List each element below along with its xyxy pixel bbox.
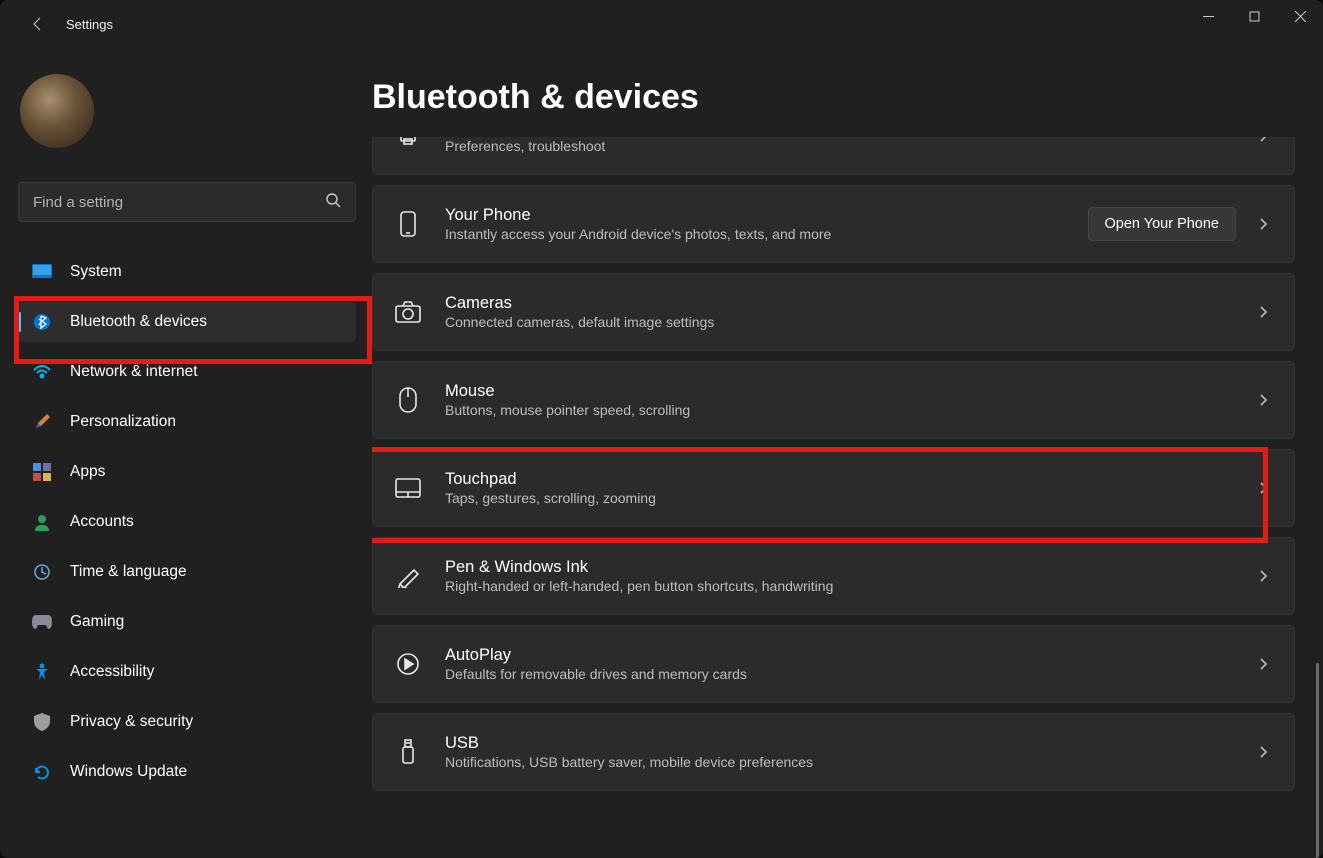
camera-icon — [395, 299, 421, 325]
sidebar-item-label: Windows Update — [70, 763, 187, 781]
sidebar-item-label: System — [70, 263, 122, 281]
wifi-icon — [32, 362, 52, 382]
main-panel: Bluetooth & devices Printers & scanners … — [372, 48, 1323, 858]
maximize-button[interactable] — [1231, 0, 1277, 32]
titlebar: Settings — [0, 0, 1323, 48]
paintbrush-icon — [32, 412, 52, 432]
mouse-icon — [395, 387, 421, 413]
sidebar-item-label: Personalization — [70, 413, 176, 431]
shield-icon — [32, 712, 52, 732]
card-autoplay[interactable]: AutoPlay Defaults for removable drives a… — [372, 625, 1295, 703]
card-title: AutoPlay — [445, 646, 1254, 665]
chevron-right-icon — [1254, 303, 1272, 321]
sidebar-item-label: Gaming — [70, 613, 124, 631]
apps-icon — [32, 462, 52, 482]
card-title: Cameras — [445, 294, 1254, 313]
page-title: Bluetooth & devices — [372, 78, 1295, 117]
card-mouse[interactable]: Mouse Buttons, mouse pointer speed, scro… — [372, 361, 1295, 439]
sidebar-item-label: Apps — [70, 463, 105, 481]
chevron-right-icon — [1254, 391, 1272, 409]
sidebar-item-label: Privacy & security — [70, 713, 193, 731]
sidebar-item-label: Time & language — [70, 563, 187, 581]
bluetooth-icon — [32, 312, 52, 332]
usb-icon — [395, 739, 421, 765]
sidebar-item-accounts[interactable]: Accounts — [18, 502, 356, 542]
card-subtitle: Defaults for removable drives and memory… — [445, 666, 1254, 682]
sidebar-item-accessibility[interactable]: Accessibility — [18, 652, 356, 692]
sidebar-item-personalization[interactable]: Personalization — [18, 402, 356, 442]
scrollbar[interactable] — [1315, 183, 1319, 858]
chevron-right-icon — [1254, 479, 1272, 497]
clock-globe-icon — [32, 562, 52, 582]
card-printers-scanners[interactable]: Printers & scanners Preferences, trouble… — [372, 137, 1295, 175]
sidebar-item-bluetooth-devices[interactable]: Bluetooth & devices — [18, 302, 356, 342]
card-title: USB — [445, 734, 1254, 753]
card-your-phone[interactable]: Your Phone Instantly access your Android… — [372, 185, 1295, 263]
chevron-right-icon — [1254, 567, 1272, 585]
card-subtitle: Preferences, troubleshoot — [445, 138, 1254, 154]
chevron-right-icon — [1254, 743, 1272, 761]
card-subtitle: Connected cameras, default image setting… — [445, 314, 1254, 330]
card-touchpad[interactable]: Touchpad Taps, gestures, scrolling, zoom… — [372, 449, 1295, 527]
card-title: Mouse — [445, 382, 1254, 401]
avatar[interactable] — [20, 74, 94, 148]
card-title: Touchpad — [445, 470, 1254, 489]
autoplay-icon — [395, 651, 421, 677]
settings-window: Settings — [0, 0, 1323, 858]
gamepad-icon — [32, 612, 52, 632]
sidebar: System Bluetooth & devices Network & int… — [0, 48, 372, 858]
card-title: Your Phone — [445, 206, 1088, 225]
chevron-right-icon — [1254, 655, 1272, 673]
window-title: Settings — [66, 17, 113, 32]
search-icon — [325, 192, 341, 213]
search-input[interactable] — [33, 194, 325, 211]
display-icon — [32, 262, 52, 282]
maximize-icon — [1249, 11, 1260, 22]
sidebar-item-time-language[interactable]: Time & language — [18, 552, 356, 592]
sidebar-item-gaming[interactable]: Gaming — [18, 602, 356, 642]
card-title: Pen & Windows Ink — [445, 558, 1254, 577]
card-pen-windows-ink[interactable]: Pen & Windows Ink Right-handed or left-h… — [372, 537, 1295, 615]
sidebar-nav: System Bluetooth & devices Network & int… — [18, 252, 358, 792]
card-subtitle: Notifications, USB battery saver, mobile… — [445, 754, 1254, 770]
close-button[interactable] — [1277, 0, 1323, 32]
back-button[interactable] — [20, 6, 56, 42]
pen-icon — [395, 563, 421, 589]
chevron-right-icon — [1254, 137, 1272, 145]
close-icon — [1295, 11, 1306, 22]
content-area: System Bluetooth & devices Network & int… — [0, 48, 1323, 858]
sidebar-item-system[interactable]: System — [18, 252, 356, 292]
minimize-icon — [1203, 11, 1214, 22]
card-subtitle: Instantly access your Android device's p… — [445, 226, 1088, 242]
arrow-left-icon — [30, 16, 46, 32]
card-subtitle: Buttons, mouse pointer speed, scrolling — [445, 402, 1254, 418]
update-icon — [32, 762, 52, 782]
open-your-phone-button[interactable]: Open Your Phone — [1088, 207, 1237, 241]
sidebar-item-label: Bluetooth & devices — [70, 313, 207, 331]
card-subtitle: Right-handed or left-handed, pen button … — [445, 578, 1254, 594]
sidebar-item-label: Accounts — [70, 513, 134, 531]
printer-icon — [395, 137, 421, 149]
sidebar-item-windows-update[interactable]: Windows Update — [18, 752, 356, 792]
minimize-button[interactable] — [1185, 0, 1231, 32]
card-subtitle: Taps, gestures, scrolling, zooming — [445, 490, 1254, 506]
person-icon — [32, 512, 52, 532]
search-box[interactable] — [18, 182, 356, 222]
chevron-right-icon — [1254, 215, 1272, 233]
phone-icon — [395, 211, 421, 237]
sidebar-item-privacy-security[interactable]: Privacy & security — [18, 702, 356, 742]
sidebar-item-network[interactable]: Network & internet — [18, 352, 356, 392]
sidebar-item-label: Accessibility — [70, 663, 154, 681]
touchpad-icon — [395, 475, 421, 501]
accessibility-icon — [32, 662, 52, 682]
scrollbar-thumb[interactable] — [1316, 663, 1319, 858]
settings-list: Printers & scanners Preferences, trouble… — [372, 137, 1295, 857]
sidebar-item-label: Network & internet — [70, 363, 198, 381]
sidebar-item-apps[interactable]: Apps — [18, 452, 356, 492]
window-controls — [1185, 0, 1323, 32]
card-usb[interactable]: USB Notifications, USB battery saver, mo… — [372, 713, 1295, 791]
card-cameras[interactable]: Cameras Connected cameras, default image… — [372, 273, 1295, 351]
